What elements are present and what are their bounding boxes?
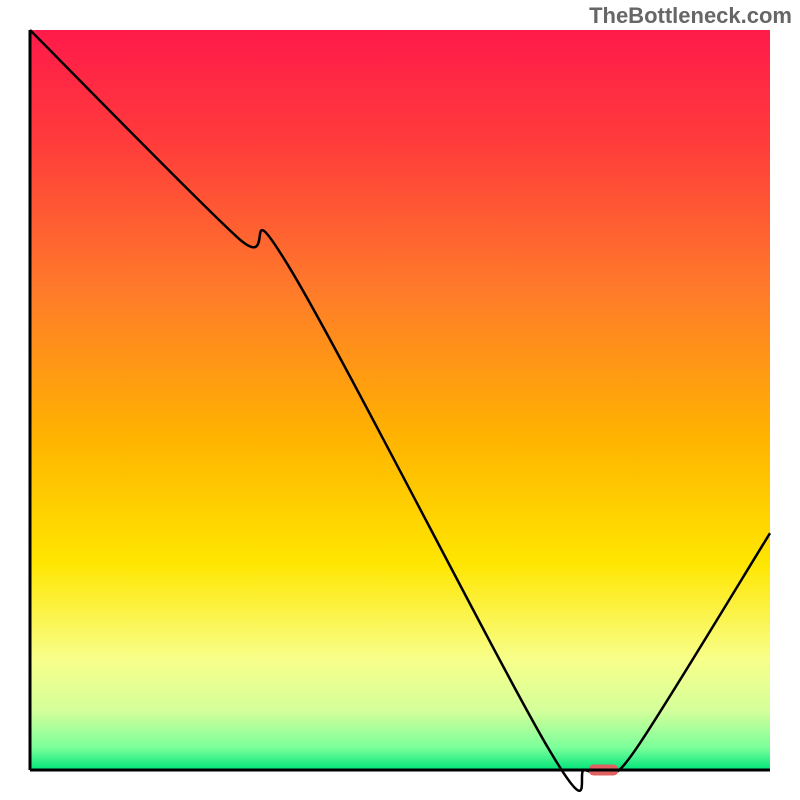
bottleneck-chart — [0, 0, 800, 800]
chart-container: TheBottleneck.com — [0, 0, 800, 800]
watermark-text: TheBottleneck.com — [589, 3, 792, 29]
